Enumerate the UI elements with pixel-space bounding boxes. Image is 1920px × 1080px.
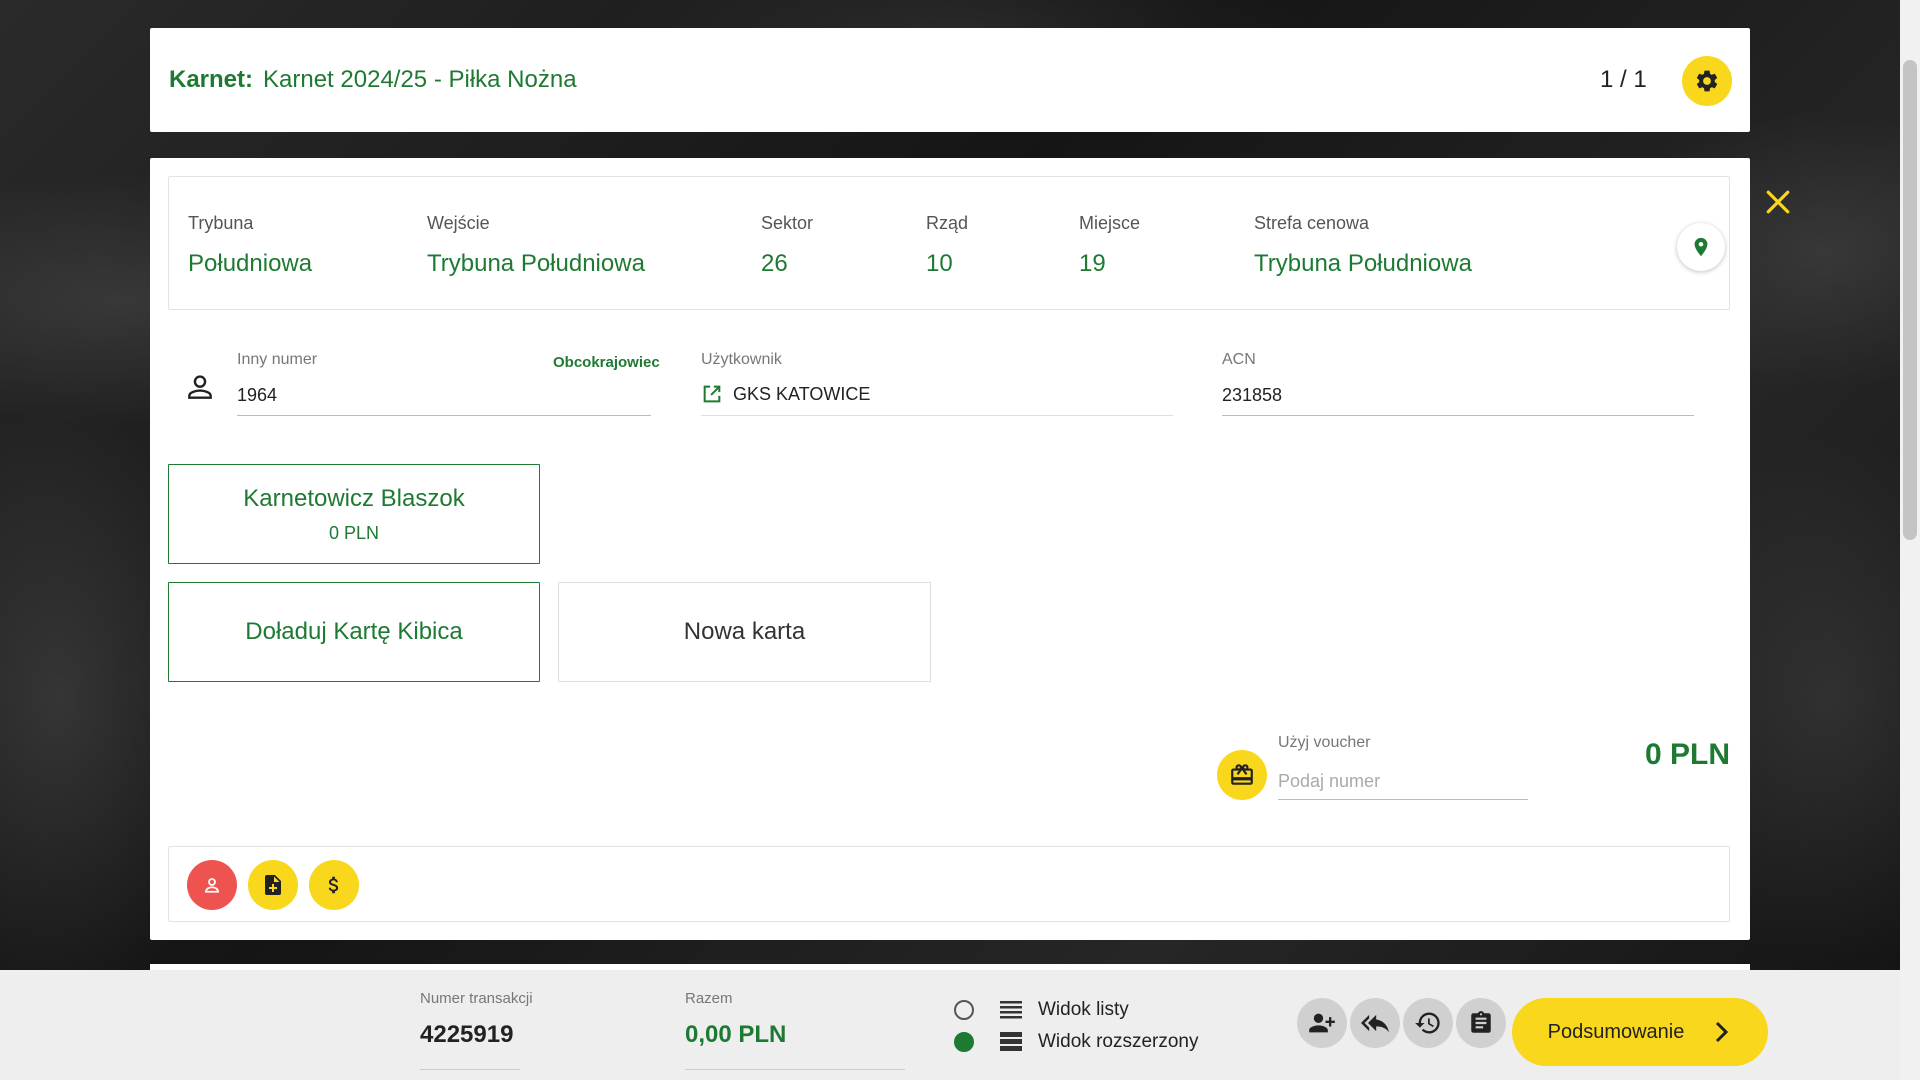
view-extended-radio[interactable] [954,1032,974,1052]
ticket-holder-tile[interactable]: Karnetowicz Blaszok 0 PLN [168,464,540,564]
new-card-tile[interactable]: Nowa karta [558,582,931,682]
view-extended-option[interactable]: Widok rozszerzony [954,1031,1199,1053]
gift-card-icon [1231,764,1253,785]
history-button[interactable] [1403,998,1453,1048]
transaction-total: Razem 0,00 PLN [685,990,905,1070]
clipboard-icon [1471,1011,1491,1033]
remove-holder-button[interactable] [187,860,237,910]
gear-icon [1696,70,1718,92]
close-icon [1766,190,1790,214]
seat-price-zone: Strefa cenowa Trybuna Południowa [1254,213,1472,277]
seat-sector: Sektor 26 [761,213,814,277]
person-icon [205,878,219,893]
user-value[interactable]: GKS KATOWICE [733,384,870,405]
seat-number: Miejsce 19 [1079,213,1141,277]
pass-header: Karnet: Karnet 2024/25 - Piłka Nożna 1 /… [150,28,1750,132]
actions-bar [168,846,1730,922]
add-document-button[interactable] [248,860,298,910]
payment-button[interactable] [309,860,359,910]
view-list-option[interactable]: Widok listy [954,999,1129,1021]
person-add-icon [1309,1013,1335,1033]
topup-card-tile[interactable]: Doładuj Kartę Kibica [168,582,540,682]
seat-info: Trybuna Południowa Wejście Trybuna Połud… [168,176,1730,310]
seat-stand: Trybuna Południowa [188,213,313,277]
summary-button-label: Podsumowanie [1547,1020,1685,1043]
chevron-right-icon [1716,1021,1729,1043]
summary-button[interactable]: Podsumowanie [1512,998,1768,1066]
acn-field[interactable]: ACN 231858 [1222,351,1694,416]
user-field: Użytkownik GKS KATOWICE [701,351,1173,416]
return-button[interactable] [1350,998,1400,1048]
voucher-field: Użyj voucher [1278,734,1528,804]
pass-title: Karnet: Karnet 2024/25 - Piłka Nożna [169,28,577,132]
location-pin-icon [1694,237,1708,257]
voucher-button[interactable] [1217,750,1267,800]
list-view-icon [1000,1001,1022,1019]
view-list-radio[interactable] [954,1000,974,1020]
seat-row: Rząd 10 [926,213,969,277]
scrollbar-thumb[interactable] [1903,60,1917,540]
voucher-input[interactable] [1278,764,1528,800]
clipboard-button[interactable] [1456,998,1506,1048]
other-number-value[interactable]: 1964 [237,385,651,406]
reply-all-icon [1361,1014,1389,1033]
transaction-bar: Numer transakcji 4225919 Razem 0,00 PLN … [0,970,1900,1080]
history-icon [1415,1012,1440,1034]
seat-map-button[interactable] [1677,223,1725,271]
page-scrollbar[interactable] [1900,0,1920,1080]
foreigner-link[interactable]: Obcokrajowiec [553,354,660,371]
person-icon [184,371,216,403]
acn-value[interactable]: 231858 [1222,385,1694,406]
dollar-icon [328,876,339,894]
extended-view-icon [1000,1032,1022,1051]
add-person-button[interactable] [1297,998,1347,1048]
transaction-number: Numer transakcji 4225919 [420,990,533,1070]
seat-entrance: Wejście Trybuna Południowa [427,213,645,277]
pass-title-label: Karnet: [169,66,254,93]
voucher-total: 0 PLN [1644,738,1730,771]
close-button[interactable] [1762,186,1794,218]
pass-title-value: Karnet 2024/25 - Piłka Nożna [263,66,577,93]
settings-button[interactable] [1682,56,1732,106]
pass-details-card: Trybuna Południowa Wejście Trybuna Połud… [150,158,1750,940]
open-external-icon[interactable] [701,383,723,405]
note-add-icon [265,875,281,895]
